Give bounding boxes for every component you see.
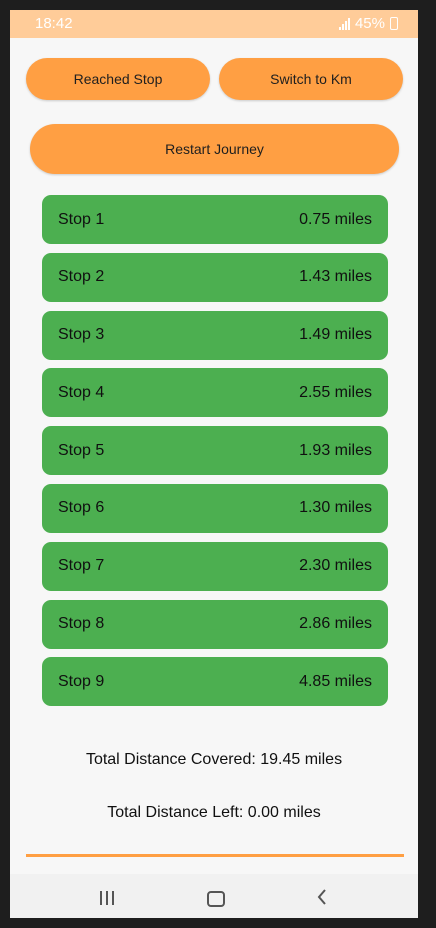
switch-units-button[interactable]: Switch to Km [219, 58, 403, 100]
stop-item[interactable]: Stop 4 2.55 miles [42, 368, 388, 418]
total-distance-left: Total Distance Left: 0.00 miles [107, 804, 321, 821]
navigation-bar [10, 874, 418, 918]
stop-label: Stop 7 [58, 557, 105, 575]
stop-label: Stop 8 [58, 615, 105, 633]
stop-label: Stop 3 [58, 326, 105, 344]
stop-list: Stop 1 0.75 miles Stop 2 1.43 miles Stop 3 1.… [42, 195, 388, 715]
stop-item[interactable]: Stop 5 1.93 miles [42, 426, 388, 476]
back-icon[interactable] [316, 888, 328, 906]
stop-item[interactable]: Stop 6 1.30 miles [42, 483, 388, 533]
stop-distance: 2.55 miles [299, 383, 372, 401]
stop-distance: 1.49 miles [299, 326, 372, 344]
stop-distance: 1.30 miles [299, 499, 372, 517]
stop-label: Stop 1 [58, 210, 105, 228]
stop-label: Stop 4 [58, 383, 105, 401]
stop-item[interactable]: Stop 2 1.43 miles [42, 252, 388, 302]
home-icon[interactable] [207, 891, 225, 907]
battery-level: 45% [354, 15, 385, 32]
stop-distance: 2.86 miles [299, 615, 372, 633]
stop-item[interactable]: Stop 7 2.30 miles [42, 541, 388, 591]
stop-label: Stop 9 [58, 672, 105, 690]
stop-item[interactable]: Stop 8 2.86 miles [42, 599, 388, 649]
stop-item[interactable]: Stop 3 1.49 miles [42, 310, 388, 360]
journey-progress-bar [26, 854, 404, 857]
total-distance-covered: Total Distance Covered: 19.45 miles [85, 751, 343, 768]
stop-distance: 1.43 miles [299, 268, 372, 286]
signal-icon [338, 17, 350, 30]
restart-journey-button[interactable]: Restart Journey [30, 124, 399, 174]
stop-distance: 4.85 miles [299, 672, 372, 690]
status-indicators: 45% [338, 15, 398, 32]
stop-label: Stop 2 [58, 268, 105, 286]
stop-distance: 1.93 miles [299, 441, 372, 459]
reached-stop-button[interactable]: Reached Stop [26, 58, 210, 100]
stop-distance: 2.30 miles [299, 557, 372, 575]
status-bar: 18:42 45% [10, 10, 418, 38]
stop-distance: 0.75 miles [299, 210, 372, 228]
stop-item[interactable]: Stop 9 4.85 miles [42, 657, 388, 707]
app-screen: 18:42 45% Reached Stop Switch to Km Rest… [10, 10, 418, 918]
battery-icon [390, 17, 398, 30]
recent-apps-icon[interactable] [100, 891, 114, 905]
status-time: 18:42 [35, 15, 73, 32]
stop-label: Stop 5 [58, 441, 105, 459]
stop-label: Stop 6 [58, 499, 105, 517]
stop-item[interactable]: Stop 1 0.75 miles [42, 195, 388, 244]
